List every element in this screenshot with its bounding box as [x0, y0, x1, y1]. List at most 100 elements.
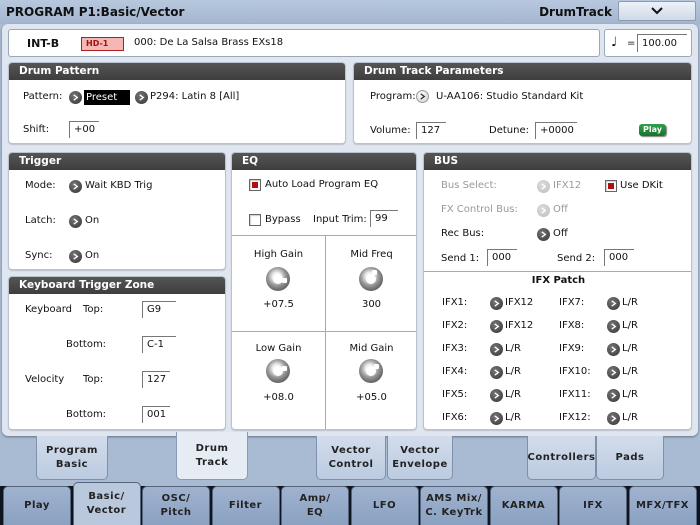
shift-field[interactable]: +00 [69, 121, 99, 138]
latch-popup[interactable] [69, 215, 82, 228]
ifx-patch-popup[interactable] [607, 297, 620, 310]
ifx-patch-popup[interactable] [490, 366, 503, 379]
kbd-bottom-field[interactable]: C-1 [142, 336, 176, 353]
bus-select-popup[interactable] [537, 180, 550, 193]
mid-freq-knob[interactable] [359, 267, 383, 291]
ifx-label: IFX4: [442, 366, 468, 377]
send2-field[interactable]: 000 [604, 249, 634, 266]
mode-value[interactable]: Wait KBD Trig [85, 180, 152, 191]
ifx-patch-value[interactable]: L/R [622, 412, 638, 423]
ifx-patch-value[interactable]: L/R [622, 389, 638, 400]
low-gain-knob[interactable] [266, 359, 290, 383]
mode-popup[interactable] [69, 180, 82, 193]
input-trim-label: Input Trim: [313, 214, 367, 225]
rec-bus-value[interactable]: Off [553, 228, 568, 239]
tempo-field[interactable]: 100.00 [637, 34, 687, 52]
ifx-patch-popup[interactable] [490, 412, 503, 425]
tab-label-line2: EQ [306, 507, 324, 518]
main-tab-lfo[interactable]: LFO [350, 486, 419, 525]
trigger-header: Trigger [9, 153, 225, 170]
chevron-right-icon [494, 369, 500, 376]
ifx-patch-value[interactable]: IFX12 [505, 320, 533, 331]
tab-label-line1: Basic/ [88, 491, 125, 502]
use-dkit-checkbox[interactable] [605, 180, 617, 192]
pattern-number-popup[interactable] [135, 91, 148, 104]
dt-program-popup[interactable] [416, 90, 429, 103]
main-tab-mfx-tfx[interactable]: MFX/TFX [628, 486, 697, 525]
volume-field[interactable]: 127 [416, 122, 446, 139]
ifx-patch-value[interactable]: L/R [505, 343, 521, 354]
play-button[interactable]: Play [639, 124, 666, 136]
ifx-patch-value[interactable]: L/R [622, 343, 638, 354]
ifx-patch-popup[interactable] [490, 297, 503, 310]
main-tab-ifx[interactable]: IFX [559, 486, 627, 525]
ifx-patch-popup[interactable] [607, 389, 620, 402]
auto-load-eq-checkbox[interactable] [249, 179, 261, 191]
ifx-patch-value[interactable]: L/R [622, 297, 638, 308]
chevron-right-icon [494, 392, 500, 399]
sub-tab-label: Vector Control [329, 444, 374, 472]
fx-control-value[interactable]: Off [553, 204, 568, 215]
program-select-bar[interactable]: INT-B HD-1 000: De La Salsa Brass EXs18 [8, 29, 600, 57]
bus-select-value[interactable]: IFX12 [553, 180, 581, 191]
fx-control-popup[interactable] [537, 204, 550, 217]
detune-field[interactable]: +0000 [535, 122, 577, 139]
sub-tab-label: Controllers [528, 451, 596, 465]
vel-top-field[interactable]: 127 [142, 371, 170, 388]
knob-center [366, 274, 376, 284]
latch-value[interactable]: On [85, 215, 99, 226]
ifx-patch-value[interactable]: L/R [505, 389, 521, 400]
sub-tab-vector-envelope[interactable]: Vector Envelope [387, 436, 453, 480]
ifx-patch-value[interactable]: L/R [622, 366, 638, 377]
ifx-patch-popup[interactable] [607, 366, 620, 379]
ifx-patch-popup[interactable] [607, 320, 620, 333]
main-tab-play[interactable]: Play [3, 486, 71, 525]
sub-tab-program-basic[interactable]: Program Basic [36, 436, 108, 480]
main-tab-amp-eq[interactable]: Amp/EQ [281, 486, 349, 525]
vel-bottom-field[interactable]: 001 [142, 406, 170, 423]
main-area: INT-B HD-1 000: De La Salsa Brass EXs18 … [2, 24, 698, 436]
sub-tab-drum-track[interactable]: Drum Track [176, 432, 248, 480]
low-gain-label: Low Gain [255, 343, 302, 354]
dt-program-name[interactable]: U-AA106: Studio Standard Kit [436, 91, 583, 102]
pattern-bank-popup[interactable] [69, 91, 82, 104]
main-tab-ams-mix-c-keytrk[interactable]: AMS Mix/C. KeyTrk [420, 486, 488, 525]
ifx-patch-value[interactable]: L/R [505, 412, 521, 423]
main-tab-basic-vector[interactable]: Basic/Vector [72, 482, 141, 525]
input-trim-field[interactable]: 99 [370, 210, 398, 227]
ifx-patch-value[interactable]: L/R [505, 366, 521, 377]
ifx-patch-popup[interactable] [490, 389, 503, 402]
vel-top-label: Top: [83, 374, 104, 385]
high-gain-knob[interactable] [266, 267, 290, 291]
sub-tab-pads[interactable]: Pads [596, 436, 664, 480]
sub-tab-vector-control[interactable]: Vector Control [316, 436, 386, 480]
main-tab-filter[interactable]: Filter [211, 486, 280, 525]
sync-popup[interactable] [69, 250, 82, 263]
main-tab-osc-pitch[interactable]: OSC/Pitch [142, 486, 210, 525]
ifx-patch-popup[interactable] [607, 343, 620, 356]
ifx-patch-value[interactable]: L/R [622, 320, 638, 331]
chevron-right-icon [139, 94, 145, 101]
high-gain-value: +07.5 [263, 299, 294, 310]
ifx-patch-popup[interactable] [490, 343, 503, 356]
sub-tab-controllers[interactable]: Controllers [527, 436, 596, 480]
main-tab-karma[interactable]: KARMA [489, 486, 558, 525]
ifx-patch-popup[interactable] [490, 320, 503, 333]
ifx-patch-value[interactable]: IFX12 [505, 297, 533, 308]
rec-bus-popup[interactable] [537, 228, 550, 241]
sync-value[interactable]: On [85, 250, 99, 261]
vel-bottom-label: Bottom: [66, 409, 107, 420]
tab-label-line1: AMS Mix/ [426, 493, 482, 504]
bypass-checkbox[interactable] [249, 214, 261, 226]
ifx-label: IFX11: [559, 389, 591, 400]
ifx-patch-popup[interactable] [607, 412, 620, 425]
mid-gain-knob[interactable] [359, 359, 383, 383]
pattern-bank-value[interactable]: Preset [84, 90, 130, 105]
drum-track-params-panel: Drum Track Parameters Program: U-AA106: … [353, 62, 692, 144]
kbd-top-field[interactable]: G9 [142, 301, 176, 318]
send1-field[interactable]: 000 [487, 249, 517, 266]
pattern-name[interactable]: P294: Latin 8 [All] [150, 91, 239, 102]
page-menu-button[interactable] [618, 1, 696, 21]
chevron-right-icon [73, 218, 79, 225]
sub-tab-label: Pads [616, 451, 645, 465]
